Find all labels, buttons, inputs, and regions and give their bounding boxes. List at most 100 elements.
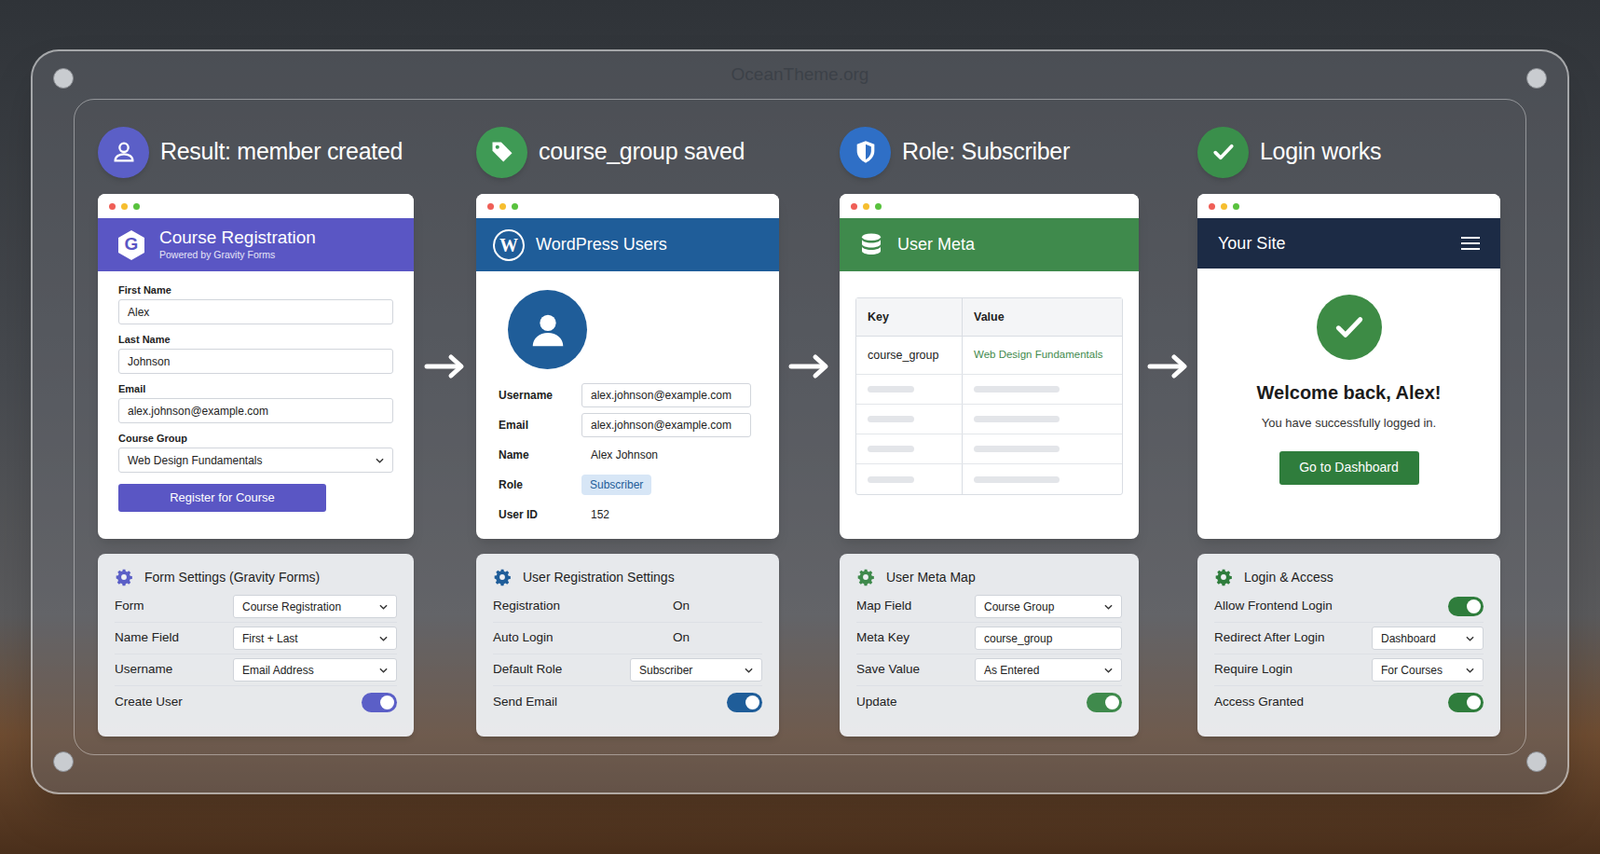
user-field-row: User ID152 — [498, 499, 757, 530]
window-controls — [97, 193, 414, 219]
settings-title-row: Login & Access — [1214, 562, 1484, 591]
chevron-icon — [744, 667, 753, 673]
setting-label: Form — [114, 596, 145, 616]
screw-icon — [53, 68, 74, 89]
window-controls — [476, 193, 780, 219]
select-field[interactable]: Course Group — [974, 594, 1122, 618]
settings-row: Form Course Registration — [114, 590, 397, 623]
user-field-row: NameAlex Johnson — [498, 439, 757, 470]
toggle-switch[interactable] — [361, 692, 397, 712]
settings-row: UsernameEmail Address — [114, 654, 397, 686]
placeholder-bar — [973, 385, 1060, 393]
field-label: Username — [498, 386, 582, 404]
avatar-icon — [507, 289, 588, 370]
window-dot-icon — [875, 203, 882, 210]
key-cell — [856, 404, 963, 434]
logo-letter: G — [124, 231, 139, 259]
form-card: GCourse RegistrationPowered by Gravity F… — [97, 193, 414, 539]
text-field[interactable]: Johnson — [118, 348, 394, 374]
table-row — [856, 374, 1122, 405]
text-field[interactable]: alex.johnson@example.com — [118, 397, 394, 424]
gravity-forms-logo-icon: G — [114, 228, 149, 262]
text-field[interactable]: alex.johnson@example.com — [581, 412, 752, 438]
setting-label: Send Email — [492, 692, 558, 712]
setting-value: course_group — [984, 629, 1053, 647]
wordpress-logo-icon: W — [492, 229, 525, 261]
arrow-spacer — [779, 124, 840, 539]
settings-row: Meta Keycourse_group — [856, 622, 1122, 655]
inner-frame: Result: member createdGCourse Registrati… — [73, 98, 1527, 755]
table-row — [856, 464, 1122, 494]
settings-row: Auto LoginOn — [492, 622, 763, 655]
brand-title: OceanTheme.org — [731, 61, 870, 89]
card-title: Your Site — [1217, 231, 1286, 257]
placeholder-bar — [867, 385, 915, 393]
toggle-switch[interactable] — [1448, 596, 1484, 616]
field-label: Email — [118, 382, 394, 396]
select-field[interactable]: Dashboard — [1371, 626, 1484, 650]
placeholder-bar — [973, 476, 1060, 483]
chevron-icon — [379, 603, 388, 610]
field-value-box: 152 — [581, 505, 619, 523]
setting-label: Registration — [492, 596, 561, 616]
step-header: Role: Subscriber — [839, 124, 1139, 179]
select-field[interactable]: Web Design Fundamentals — [118, 447, 394, 473]
placeholder-bar — [973, 445, 1060, 452]
select-field[interactable]: Subscriber — [629, 657, 763, 682]
value-cell — [962, 374, 1122, 404]
field-value-box: Alex Johnson — [581, 446, 668, 464]
field-value: Web Design Fundamentals — [127, 451, 263, 469]
login-body: Welcome back, Alex!You have successfully… — [1197, 268, 1501, 485]
setting-label: Map Field — [856, 596, 912, 616]
setting-label: Redirect After Login — [1214, 628, 1326, 647]
select-field[interactable]: For Courses — [1371, 657, 1484, 682]
settings-row: Allow Frontend Login — [1214, 590, 1484, 623]
screw-icon — [53, 751, 74, 772]
select-field[interactable]: Email Address — [232, 657, 397, 682]
select-field[interactable]: As Entered — [974, 657, 1122, 682]
setting-label: Auto Login — [492, 628, 554, 647]
text-field[interactable]: course_group — [974, 626, 1122, 650]
button-row: Register for Course — [118, 481, 394, 512]
column-title: Key — [867, 308, 889, 327]
step-title: Role: Subscriber — [902, 134, 1070, 170]
settings-row: Redirect After Login Dashboard — [1214, 622, 1484, 655]
arrow-spacer — [413, 124, 477, 539]
dashboard-button[interactable]: Go to Dashboard — [1279, 451, 1420, 485]
window-dot-icon — [862, 203, 870, 210]
settings-row: Name FieldFirst + Last — [114, 622, 397, 655]
chevron-icon — [379, 635, 388, 642]
toggle-knob — [1466, 599, 1481, 614]
card-header: User Meta — [839, 218, 1139, 272]
table-row — [856, 434, 1122, 465]
chevron-icon — [379, 667, 388, 673]
field-label: Role — [498, 476, 582, 493]
form-body: First NameAlexLast NameJohnsonEmailalex.… — [97, 271, 414, 512]
toggle-switch[interactable] — [726, 692, 763, 712]
register-button[interactable]: Register for Course — [118, 483, 327, 512]
toggle-switch[interactable] — [1086, 692, 1122, 712]
setting-value: Course Group — [984, 598, 1054, 616]
login-message: You have successfully logged in. — [1261, 413, 1436, 433]
window-dot-icon — [121, 203, 128, 210]
field-value: alex.johnson@example.com — [590, 386, 732, 404]
arrow-icon — [413, 193, 477, 539]
window-controls — [839, 193, 1139, 219]
field-label: Name — [498, 446, 582, 464]
window-dot-icon — [109, 203, 116, 210]
text-field[interactable]: Alex — [118, 299, 394, 325]
chevron-icon — [1104, 667, 1113, 673]
text-field[interactable]: alex.johnson@example.com — [581, 382, 752, 408]
table-row — [856, 404, 1122, 435]
toggle-knob — [380, 695, 395, 710]
select-field[interactable]: Course Registration — [232, 594, 397, 618]
step-title: course_group saved — [538, 134, 745, 170]
gear-icon — [114, 567, 134, 587]
setting-value: As Entered — [984, 661, 1040, 679]
user-field-row: Emailalex.johnson@example.com — [498, 410, 757, 440]
menu-icon[interactable] — [1461, 236, 1480, 250]
toggle-switch[interactable] — [1448, 692, 1484, 712]
card-title: Course Registration — [159, 227, 316, 248]
user-icon — [97, 126, 150, 178]
select-field[interactable]: First + Last — [232, 626, 397, 650]
